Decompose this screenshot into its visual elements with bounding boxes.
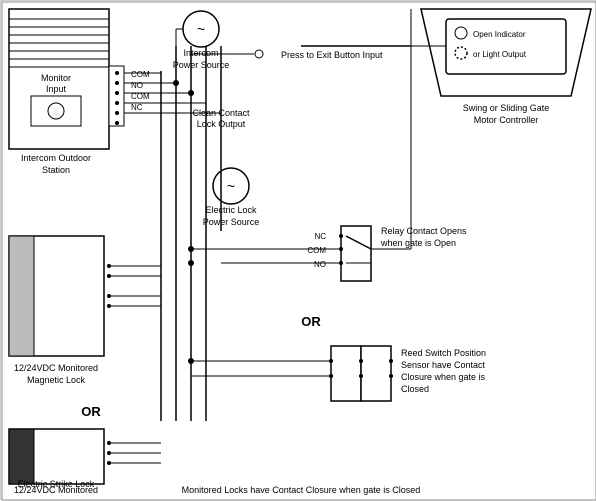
svg-text:NO: NO: [131, 81, 143, 90]
svg-text:Relay Contact Opens: Relay Contact Opens: [381, 226, 467, 236]
svg-text:Reed Switch Position: Reed Switch Position: [401, 348, 486, 358]
svg-text:Electric Lock: Electric Lock: [205, 205, 257, 215]
svg-text:Input: Input: [46, 84, 67, 94]
svg-text:COM: COM: [307, 246, 326, 255]
svg-text:Intercom: Intercom: [183, 48, 218, 58]
svg-text:Power Source: Power Source: [203, 217, 260, 227]
svg-text:Monitored Locks have Contact C: Monitored Locks have Contact Closure whe…: [182, 485, 421, 495]
svg-text:~: ~: [197, 21, 205, 37]
svg-text:COM: COM: [131, 70, 150, 79]
svg-text:Sensor have Contact: Sensor have Contact: [401, 360, 486, 370]
svg-text:Intercom Outdoor: Intercom Outdoor: [21, 153, 91, 163]
svg-text:Station: Station: [42, 165, 70, 175]
svg-text:Magnetic Lock: Magnetic Lock: [27, 375, 86, 385]
svg-text:Monitor: Monitor: [41, 73, 71, 83]
svg-text:Closed: Closed: [401, 384, 429, 394]
svg-text:Electric Strike Lock: Electric Strike Lock: [18, 479, 95, 489]
wiring-diagram: Monitor Input Intercom Outdoor Station C…: [0, 0, 596, 500]
svg-text:NO: NO: [314, 260, 326, 269]
svg-text:Motor Controller: Motor Controller: [474, 115, 539, 125]
svg-text:or Light Output: or Light Output: [473, 50, 527, 59]
svg-text:~: ~: [227, 178, 235, 194]
svg-text:Swing or Sliding Gate: Swing or Sliding Gate: [463, 103, 550, 113]
svg-text:Press to Exit Button Input: Press to Exit Button Input: [281, 50, 383, 60]
svg-text:when gate is Open: when gate is Open: [380, 238, 456, 248]
svg-text:NC: NC: [131, 103, 143, 112]
svg-text:Open Indicator: Open Indicator: [473, 30, 526, 39]
svg-text:OR: OR: [301, 314, 321, 329]
svg-text:NC: NC: [314, 232, 326, 241]
svg-text:OR: OR: [81, 404, 101, 419]
svg-text:Closure when gate is: Closure when gate is: [401, 372, 486, 382]
svg-text:12/24VDC Monitored: 12/24VDC Monitored: [14, 363, 98, 373]
